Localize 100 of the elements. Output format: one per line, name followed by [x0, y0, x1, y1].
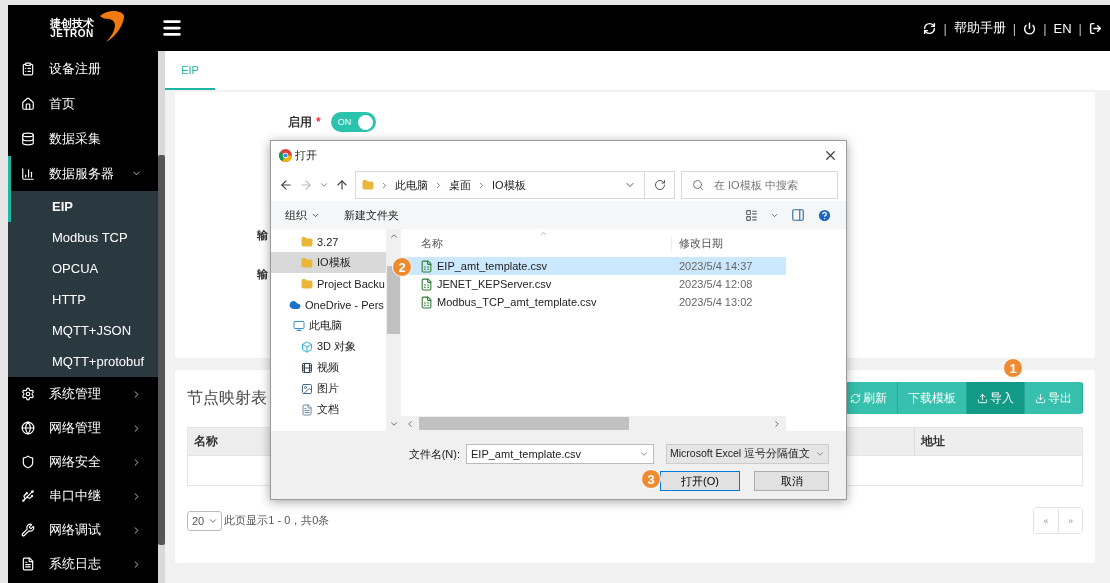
- separator: |: [1012, 20, 1017, 36]
- dialog-button[interactable]: 打开(O): [660, 471, 740, 491]
- file-name: EIP_amt_template.csv: [437, 260, 548, 272]
- column-header: 地址: [921, 433, 945, 450]
- power-icon[interactable]: [1023, 21, 1037, 35]
- page-size-select[interactable]: 20: [187, 510, 223, 531]
- view-options-icon[interactable]: [745, 208, 758, 222]
- computer-icon: [293, 319, 305, 332]
- nav-pane-item[interactable]: 文档: [271, 399, 386, 420]
- up-arrow-icon[interactable]: [335, 178, 349, 192]
- page-summary: 此页显示1 - 0，共0条: [224, 513, 330, 528]
- separator: |: [943, 20, 947, 36]
- document-icon: [301, 403, 313, 416]
- submenu-item[interactable]: OPCUA: [8, 253, 158, 284]
- submenu-item[interactable]: MQTT+protobuf: [8, 346, 158, 377]
- history-caret-icon[interactable]: [319, 180, 329, 190]
- spreadsheet-file-icon: [420, 259, 433, 273]
- dialog-title: 打开: [295, 147, 317, 163]
- dialog-button[interactable]: 取消: [754, 471, 829, 491]
- breadcrumb-item[interactable]: 桌面: [449, 177, 471, 193]
- column-header[interactable]: 名称: [401, 235, 671, 251]
- logo-name: 捷创技术: [50, 17, 94, 29]
- file-name-label: 文件名(N):: [408, 446, 460, 462]
- film-icon: [301, 361, 313, 374]
- spreadsheet-file-icon: [420, 277, 433, 291]
- nav-pane-item[interactable]: IO模板: [271, 252, 386, 273]
- browser-logo-icon: [279, 148, 292, 162]
- menu-item-icon: [21, 131, 35, 146]
- breadcrumb-item[interactable]: IO模板: [492, 177, 526, 193]
- cloud-icon: [289, 298, 301, 311]
- back-icon[interactable]: [279, 178, 293, 192]
- nav-pane-item[interactable]: 3D 对象: [271, 336, 386, 357]
- horizontal-scrollbar[interactable]: [401, 416, 786, 431]
- nav-pane-item[interactable]: 此电脑: [271, 315, 386, 336]
- cube-icon: [301, 340, 313, 353]
- submenu-item[interactable]: EIP: [8, 191, 158, 222]
- breadcrumb-chevron-icon: [380, 180, 389, 190]
- scroll-up-icon[interactable]: [388, 231, 399, 241]
- refresh-icon: [850, 392, 861, 404]
- nav-pane-item[interactable]: 视频: [271, 357, 386, 378]
- nav-pane-item[interactable]: Project Backu: [271, 273, 386, 294]
- scroll-left-icon[interactable]: [405, 418, 415, 429]
- submenu-item[interactable]: HTTP: [8, 284, 158, 315]
- preview-pane-icon[interactable]: [791, 208, 805, 222]
- file-date: 2023/5/4 13:02: [678, 296, 753, 308]
- file-name: Modbus_TCP_amt_template.csv: [437, 296, 597, 308]
- refresh-icon: [653, 179, 666, 191]
- field-label: 输: [257, 267, 268, 282]
- file-row[interactable]: Modbus_TCP_amt_template.csv 2023/5/4 13:02: [401, 293, 786, 311]
- vertical-scrollbar[interactable]: [386, 229, 401, 431]
- search-icon: [692, 179, 704, 191]
- field-label: 输: [257, 228, 268, 243]
- scroll-right-icon[interactable]: [772, 418, 782, 429]
- section-title: 节点映射表: [187, 387, 267, 408]
- folder-icon: [301, 256, 313, 269]
- submenu-item[interactable]: Modbus TCP: [8, 222, 158, 253]
- menu-item-icon: [21, 523, 35, 537]
- image-icon: [301, 382, 313, 395]
- column-header: 名称: [194, 433, 218, 450]
- folder-icon: [362, 179, 374, 191]
- upload-icon: [977, 392, 988, 404]
- menu-item-icon: [21, 557, 35, 571]
- chevron-down-icon: [639, 449, 649, 459]
- file-name: JENET_KEPServer.csv: [437, 278, 552, 290]
- nav-pane-item[interactable]: 3.27: [271, 231, 386, 252]
- menu-item-icon: [21, 96, 35, 111]
- menu-item-icon: [21, 166, 35, 181]
- file-type-select[interactable]: Microsoft Excel 逗号分隔值文: [666, 444, 829, 464]
- file-date: 2023/5/4 14:37: [678, 260, 753, 272]
- breadcrumb-chevron-icon: [477, 180, 486, 190]
- dialog-toolbar-button[interactable]: 新建文件夹: [344, 207, 399, 223]
- header-link[interactable]: EN: [1053, 20, 1072, 36]
- menu-item-icon: [21, 387, 35, 401]
- column-header[interactable]: 修改日期: [671, 235, 781, 251]
- dialog-toolbar-button[interactable]: 组织: [285, 207, 320, 223]
- search-field[interactable]: 在 IO模板 中搜索: [681, 171, 838, 199]
- logo-brand: JETRON: [50, 28, 94, 39]
- header-link[interactable]: 帮助手册: [953, 19, 1006, 37]
- separator: |: [1078, 20, 1082, 36]
- submenu-item[interactable]: MQTT+JSON: [8, 315, 158, 346]
- download-icon: [1035, 392, 1046, 404]
- refresh-icon[interactable]: [923, 21, 937, 35]
- refresh-button[interactable]: [645, 171, 675, 199]
- menu-icon[interactable]: [161, 17, 183, 39]
- folder-icon: [301, 235, 313, 248]
- toolbar-button[interactable]: 导入: [967, 382, 1025, 414]
- nav-pane-item[interactable]: OneDrive - Pers: [271, 294, 386, 315]
- logout-icon[interactable]: [1089, 21, 1102, 35]
- breadcrumb-item[interactable]: 此电脑: [395, 177, 428, 193]
- menu-item-icon: [21, 61, 35, 76]
- sort-caret-icon: [539, 229, 548, 238]
- scroll-down-icon[interactable]: [388, 419, 399, 429]
- address-bar[interactable]: 此电脑 桌面 IO模板: [355, 171, 645, 199]
- help-icon[interactable]: [817, 207, 832, 223]
- file-name-field[interactable]: EIP_amt_template.csv: [466, 444, 654, 464]
- breadcrumb-chevron-icon: [434, 180, 443, 190]
- nav-pane-item[interactable]: 图片: [271, 378, 386, 399]
- file-row[interactable]: JENET_KEPServer.csv 2023/5/4 12:08: [401, 275, 786, 293]
- folder-icon: [301, 277, 313, 290]
- menu-item-icon: [21, 489, 35, 503]
